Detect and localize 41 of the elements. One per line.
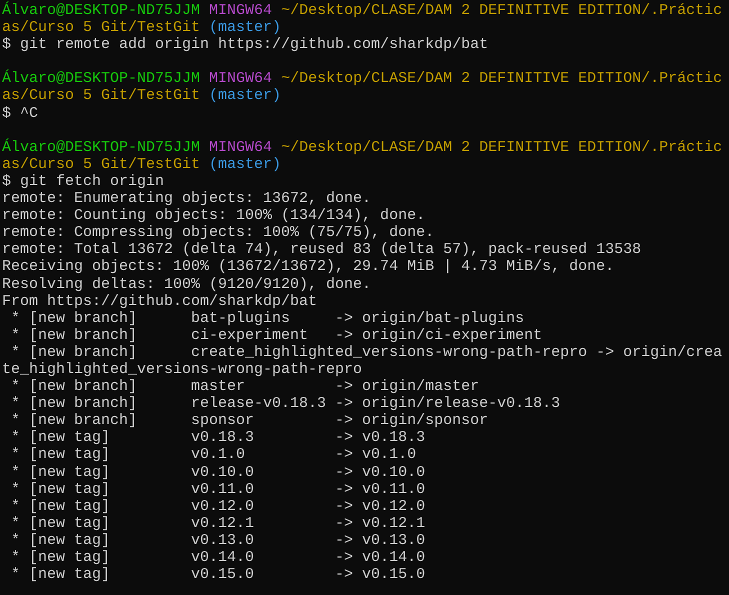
terminal-text: * [new tag] v0.11.0 -> v0.11.0 [10, 480, 426, 498]
terminal-text: (master) [208, 87, 282, 104]
terminal-text: ~/Desktop/CLASE/DAM 2 DEFINITIVE EDITION/.Práctic [280, 138, 722, 156]
terminal-text: remote: Compressing objects: 100% (75/75), done. [2, 224, 434, 242]
terminal-text: $ git fetch origin [2, 172, 164, 190]
terminal-text: * [new tag] v0.14.0 -> v0.14.0 [10, 549, 426, 566]
terminal-text: * [new branch] sponsor -> origin/sponsor [10, 412, 488, 430]
terminal-text: MINGW64 [208, 138, 272, 156]
terminal-text: * [new tag] v0.15.0 -> v0.15.0 [10, 566, 426, 584]
terminal-text: as/Curso 5 Git/TestGit [2, 87, 200, 104]
terminal-text: * [new tag] v0.12.1 -> v0.12.1 [10, 514, 426, 532]
terminal-text: From https://github.com/sharkdp/bat [2, 292, 318, 310]
terminal-text: * [new tag] v0.1.0 -> v0.1.0 [10, 446, 416, 464]
terminal-text: ~/Desktop/CLASE/DAM 2 DEFINITIVE EDITION/.Práctic [280, 2, 722, 19]
terminal-text: remote: Total 13672 (delta 74), reused 83 (delta 57), pack-reused 13538 [2, 241, 642, 258]
terminal-text: Receiving objects: 100% (13672/13672), 29.74 MiB | 4.73 MiB/s, done. [2, 258, 614, 276]
terminal-text: * [new tag] v0.10.0 -> v0.10.0 [10, 464, 426, 481]
terminal-text: as/Curso 5 Git/TestGit [2, 156, 200, 173]
terminal-text: (master) [208, 19, 282, 36]
terminal-text: Álvaro@DESKTOP-ND75JJM [2, 2, 200, 19]
terminal-text: (master) [208, 156, 282, 173]
terminal-text: * [new branch] ci-experiment -> origin/ci-experiment [10, 326, 542, 344]
terminal-text: $ ^C [2, 104, 38, 122]
terminal-text: as/Curso 5 Git/TestGit [2, 19, 200, 36]
terminal-text: * [new branch] bat-plugins -> origin/bat-plugins [10, 310, 524, 327]
terminal-text: MINGW64 [208, 70, 272, 88]
terminal-text: $ git remote add origin https://github.com/sharkdp/bat [2, 36, 488, 54]
terminal-text: * [new branch] master -> origin/master [10, 378, 480, 396]
terminal-text: * [new tag] v0.12.0 -> v0.12.0 [10, 498, 426, 515]
terminal-text: * [new branch] create_highlighted_versions-wrong-path-repro -> origin/crea [10, 344, 722, 361]
terminal-text: Álvaro@DESKTOP-ND75JJM [2, 70, 200, 88]
terminal-text: * [new branch] release-v0.18.3 -> origin/release-v0.18.3 [10, 395, 560, 412]
terminal-text: * [new tag] v0.13.0 -> v0.13.0 [10, 532, 426, 549]
terminal-text: * [new tag] v0.18.3 -> v0.18.3 [10, 429, 426, 446]
terminal-text: ~/Desktop/CLASE/DAM 2 DEFINITIVE EDITION/.Práctic [280, 70, 722, 88]
terminal-text: remote: Enumerating objects: 13672, done. [2, 190, 372, 208]
terminal-text: MINGW64 [208, 2, 272, 19]
terminal-text: Resolving deltas: 100% (9120/9120), done. [2, 276, 372, 292]
terminal-text: Álvaro@DESKTOP-ND75JJM [2, 138, 200, 156]
terminal-text: remote: Counting objects: 100% (134/134), done. [2, 207, 426, 224]
terminal-text: te_highlighted_versions-wrong-path-repro [2, 360, 362, 378]
